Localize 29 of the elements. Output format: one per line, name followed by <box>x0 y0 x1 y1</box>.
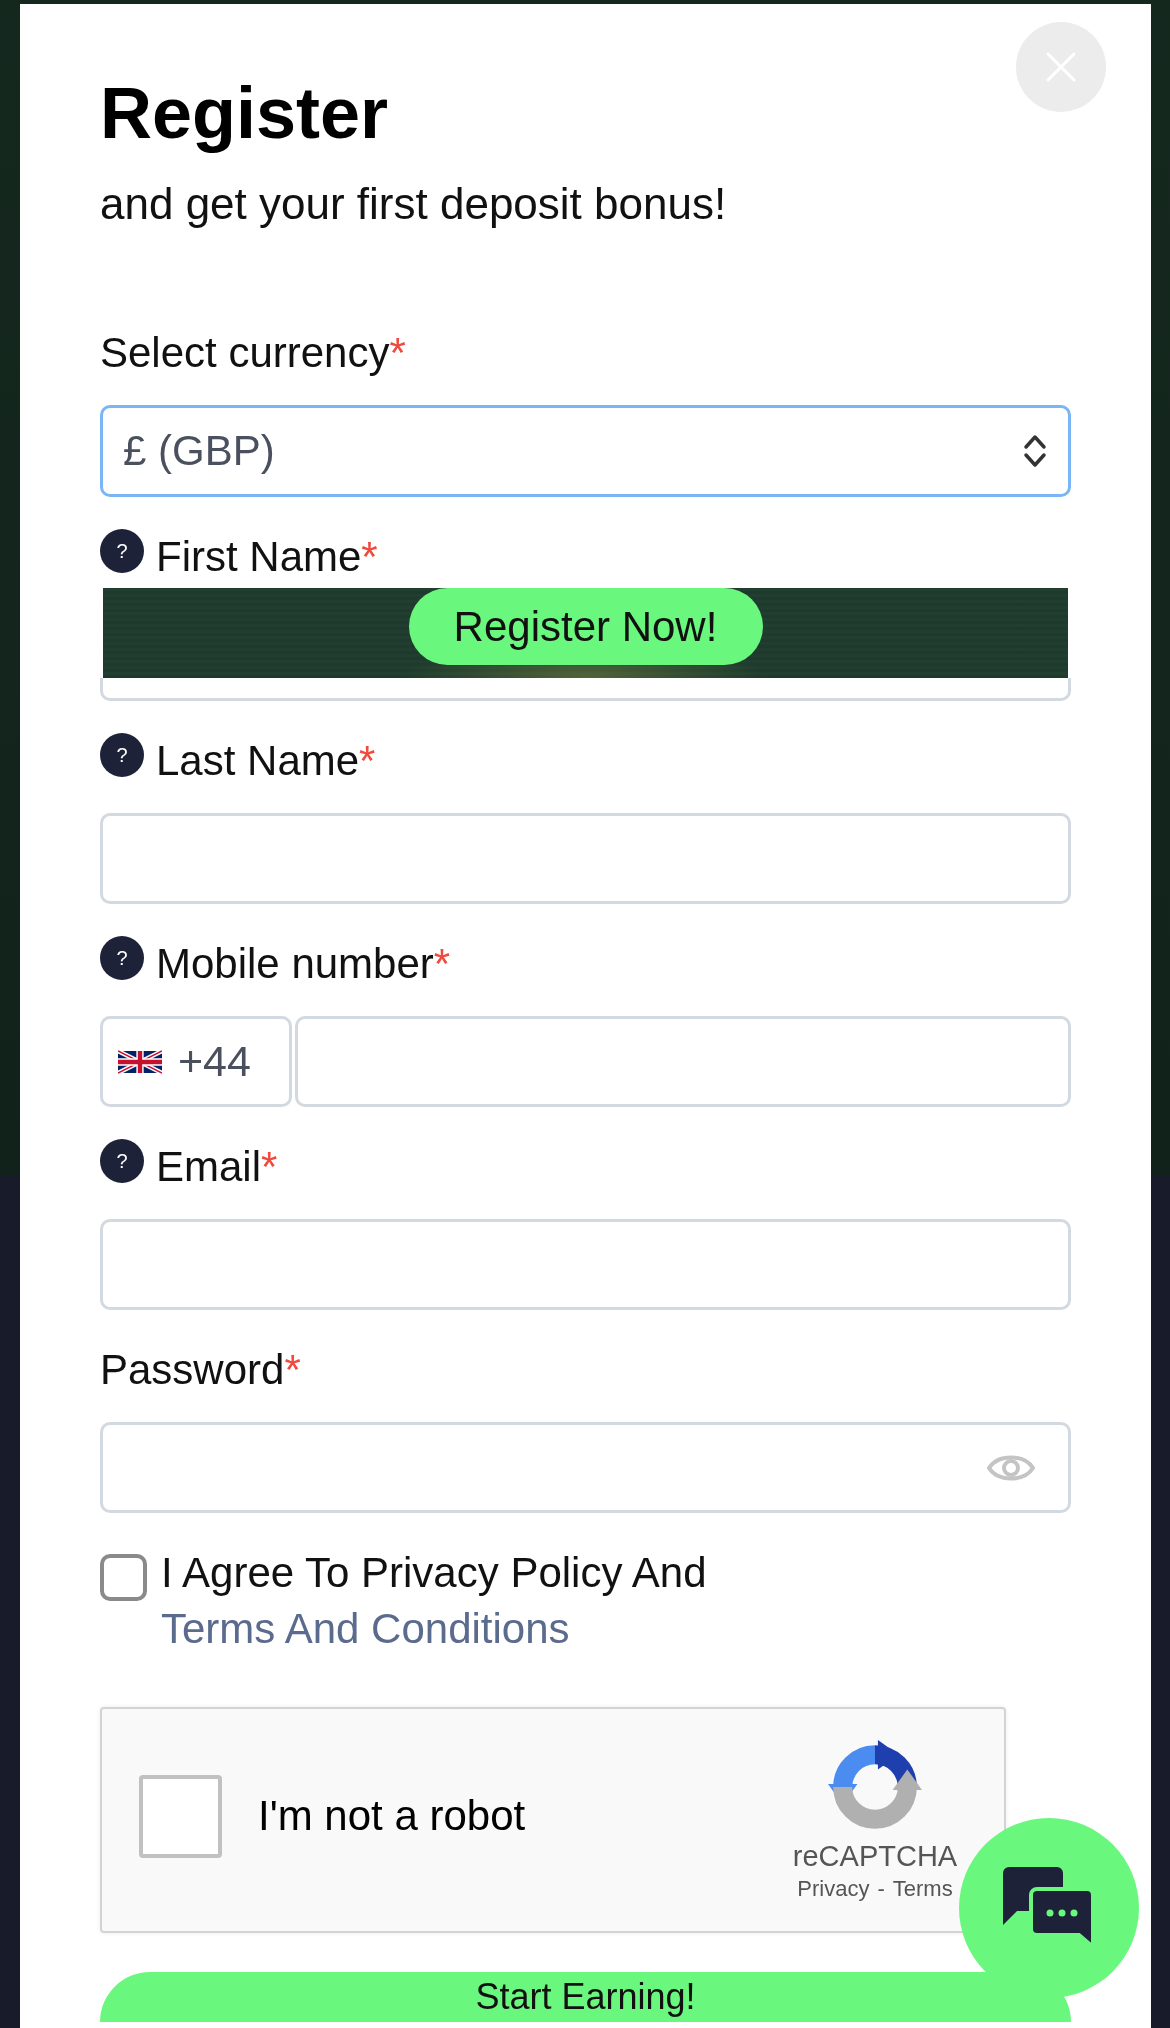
captcha-label: I'm not a robot <box>258 1792 526 1840</box>
checkbox[interactable] <box>100 1554 147 1601</box>
captcha-checkbox[interactable] <box>139 1774 222 1858</box>
terms-link[interactable]: Terms And Conditions <box>161 1605 570 1652</box>
separator-text: - <box>877 1875 885 1903</box>
field-label: Last Name* <box>156 736 376 786</box>
field-label: Select currency* <box>100 328 406 378</box>
dialog-subtitle: and get your first deposit bonus! <box>100 179 728 229</box>
field-label: Mobile number* <box>156 939 451 989</box>
help-icon[interactable]: ? <box>100 936 144 980</box>
phone-input-field[interactable] <box>295 1016 1071 1107</box>
captcha-brand-text: reCAPTCHA <box>792 1839 958 1874</box>
password-field[interactable] <box>100 1422 1071 1513</box>
input-field[interactable] <box>100 813 1071 904</box>
currency-select[interactable]: £ (GBP) <box>100 405 1071 497</box>
register-now-button[interactable]: Register Now! <box>408 588 763 665</box>
input-field[interactable] <box>100 678 1071 701</box>
input-field[interactable] <box>100 1219 1071 1310</box>
field-label: Email* <box>156 1142 278 1192</box>
help-icon[interactable]: ? <box>100 1139 144 1183</box>
help-icon[interactable]: ? <box>100 733 144 777</box>
terms-link[interactable]: Terms <box>892 1874 953 1904</box>
field-label: Password* <box>100 1345 301 1395</box>
privacy-link[interactable]: Privacy <box>797 1874 870 1904</box>
submit-button[interactable]: Start Earning! <box>100 1972 1071 2022</box>
agreement-text: I Agree To Privacy Policy And Terms And Conditions <box>161 1548 708 1654</box>
field-label: First Name* <box>156 532 378 582</box>
country-code-select[interactable]: +44 <box>100 1016 292 1107</box>
help-icon[interactable]: ? <box>100 529 144 573</box>
